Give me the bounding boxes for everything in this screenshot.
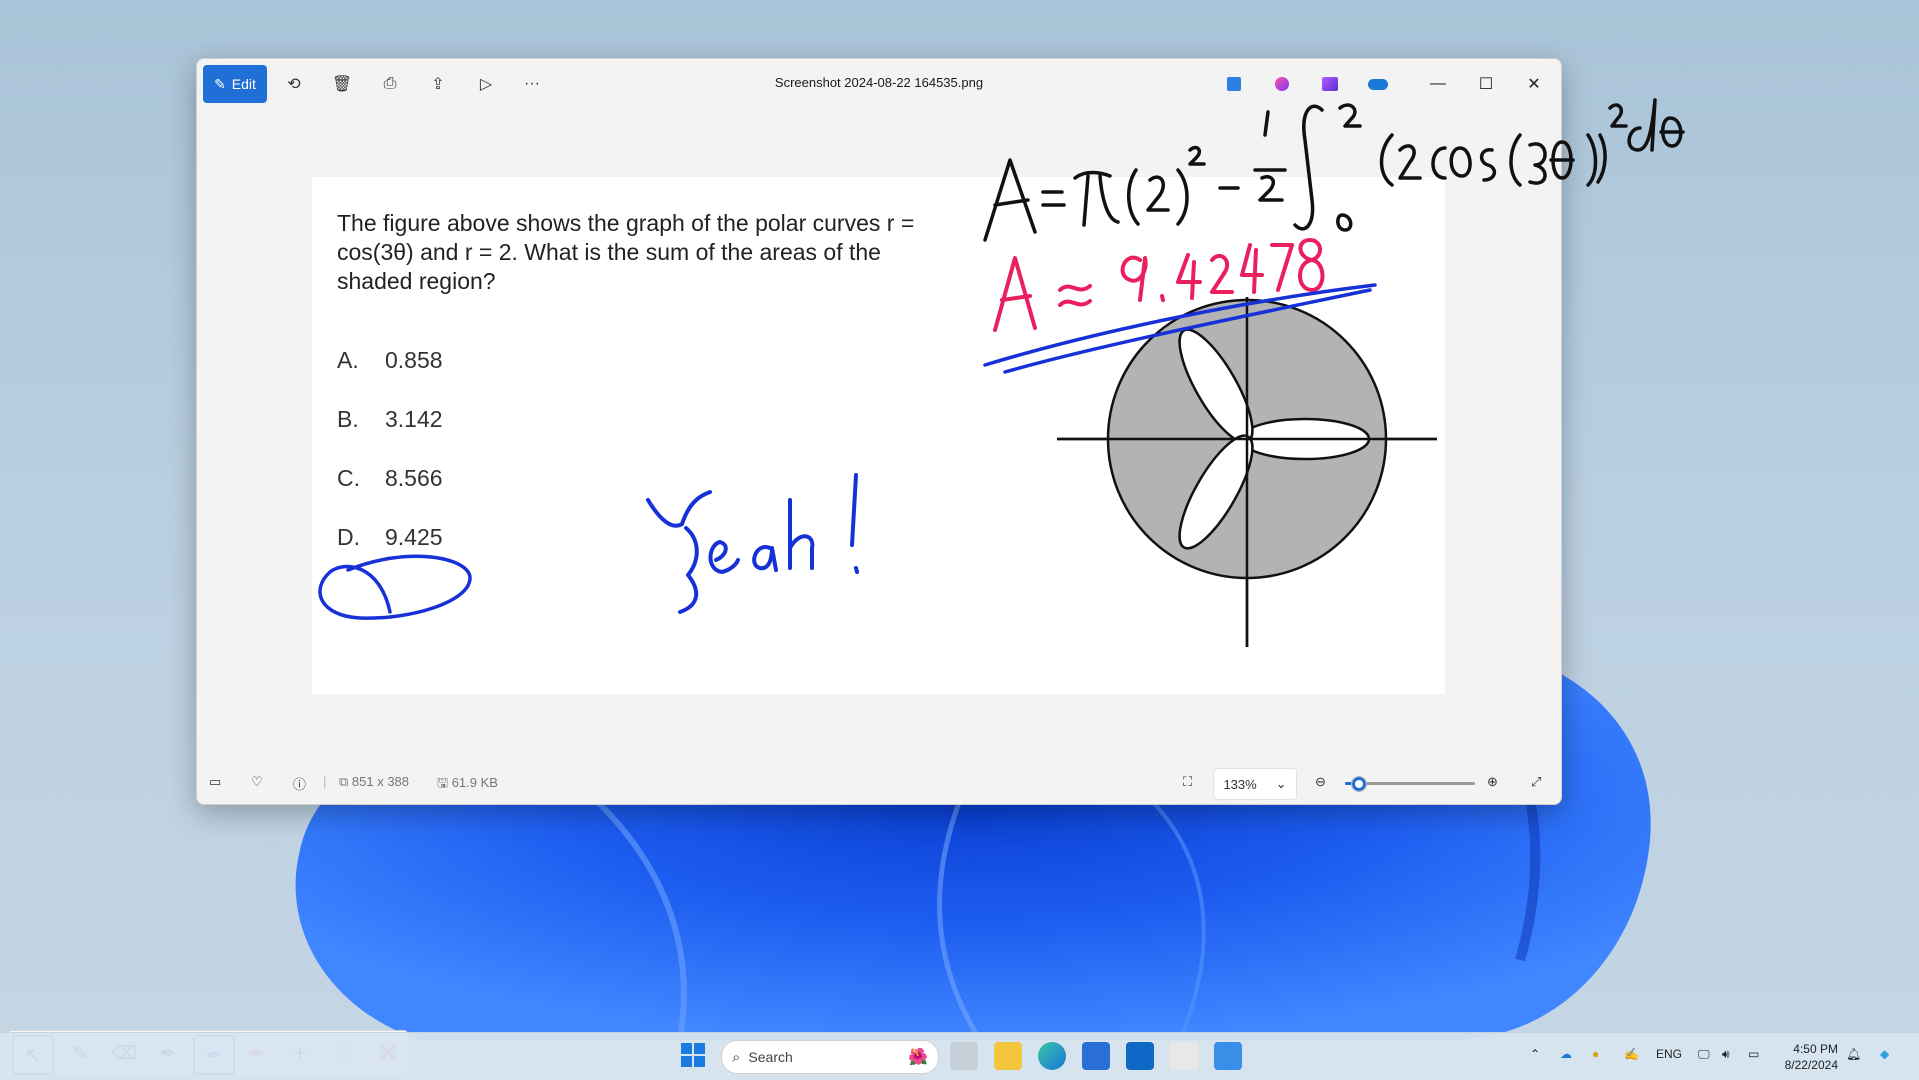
zoom-slider[interactable] [1345,776,1475,792]
heart-icon: ♡ [251,774,263,789]
minimize-icon: — [1430,75,1446,92]
photos-button[interactable] [1214,1042,1242,1070]
clock[interactable]: 4:50 PM 8/22/2024 [1772,1041,1838,1073]
filesize-label: 🖫 61.9 KB [437,774,498,796]
info-icon: ⓘ [293,777,307,792]
separator: | [323,774,327,789]
zoom-value: 133% [1223,776,1257,792]
onedrive-icon [1368,78,1388,90]
fullscreen-button[interactable]: ⤢ [1531,774,1541,790]
language-indicator[interactable]: ENG [1656,1047,1682,1061]
filmstrip-icon: ▭ [209,774,222,789]
chevron-down-icon: ⌄ [1275,776,1287,791]
store-button[interactable] [1082,1042,1110,1070]
clock-date: 8/22/2024 [1784,1058,1838,1072]
show-hidden-icons-button[interactable]: ⌃ [1530,1047,1540,1061]
option-value: 0.858 [385,347,443,373]
close-button[interactable]: ✕ [1519,69,1549,99]
pen-menu-tray-icon[interactable]: ✍ [1624,1047,1639,1061]
option-letter: B. [337,406,359,432]
outlook-button[interactable] [1126,1042,1154,1070]
fit-to-window-button[interactable]: ⛶ [1183,774,1192,790]
zoom-out-icon: ⊖ [1315,774,1326,789]
image-canvas: The figure above shows the graph of the … [312,177,1445,694]
window-title: Screenshot 2024-08-22 164535.png [774,75,984,90]
designer-icon [1275,77,1289,91]
photo-editor-icon [1227,77,1241,91]
taskbar-search[interactable]: ⌕ Search 🌺 [721,1040,939,1074]
option-letter: A. [337,347,359,373]
edge-button[interactable] [1038,1042,1066,1070]
chevron-up-icon: ⌃ [1530,1047,1541,1061]
pen-app-button[interactable] [1170,1042,1198,1070]
option-a: A. 0.858 [337,347,443,374]
image-editor-button[interactable] [1217,67,1251,101]
save-icon: 🖫 [437,775,452,790]
maximize-button[interactable]: ☐ [1471,69,1501,99]
minimize-button[interactable]: — [1423,69,1453,99]
notifications-icon[interactable]: 🔔︎ [1846,1047,1861,1061]
option-value: 8.566 [385,465,443,491]
favorite-button[interactable]: ♡ [251,774,263,790]
onedrive-tray-icon[interactable]: ☁ [1560,1047,1572,1061]
question-text: The figure above shows the graph of the … [337,210,915,294]
search-placeholder: Search [748,1049,793,1065]
dimensions-value: 851 x 388 [351,774,410,789]
close-icon: ✕ [1527,76,1541,93]
option-value: 3.142 [385,406,443,432]
start-button[interactable] [680,1042,708,1070]
polar-graph [1057,297,1437,647]
filmstrip-button[interactable]: ▭ [209,774,221,790]
info-button[interactable]: ⓘ [293,774,306,793]
clock-time: 4:50 PM [1793,1042,1838,1056]
title-bar: ✎ Edit ⟲ 🗑︎ ⎙ ⇪ ▷ ··· Screenshot 2024-08… [197,59,1561,107]
designer-button[interactable] [1265,67,1299,101]
onedrive-button[interactable] [1361,67,1395,101]
taskbar: ⌕ Search 🌺 ⌃ ☁ ● ✍ ENG 🖵 🔊︎ ▭ 4:50 PM 8/… [0,1032,1919,1080]
file-explorer-button[interactable] [994,1042,1022,1070]
option-letter: D. [337,524,360,550]
option-letter: C. [337,465,360,491]
volume-tray-icon[interactable]: 🔊︎ [1722,1047,1730,1062]
status-bar: ▭ ♡ ⓘ | ⧉ 851 x 388 🖫 61.9 KB ⛶ 133% ⌄ ⊖… [197,762,1561,804]
dimensions-icon: ⧉ [339,774,352,789]
photos-window: ✎ Edit ⟲ 🗑︎ ⎙ ⇪ ▷ ··· Screenshot 2024-08… [196,58,1562,805]
option-b: B. 3.142 [337,406,443,433]
maximize-icon: ☐ [1478,76,1494,93]
search-highlight-icon: 🌺 [908,1049,928,1066]
battery-tray-icon[interactable]: ▭ [1748,1047,1759,1061]
filesize-value: 61.9 KB [451,775,498,790]
search-icon: ⌕ [732,1048,741,1066]
fit-icon: ⛶ [1183,774,1193,789]
clipchamp-button[interactable] [1313,67,1347,101]
option-value: 9.425 [385,524,443,550]
zoom-in-button[interactable]: ⊕ [1487,774,1498,790]
zoom-slider-thumb[interactable] [1351,776,1367,792]
zoom-in-icon: ⊕ [1487,774,1498,789]
task-view-button[interactable] [950,1042,978,1070]
copilot-icon[interactable]: ◆ [1880,1047,1889,1061]
network-tray-icon[interactable]: 🖵 [1698,1047,1710,1062]
zoom-dropdown[interactable]: 133% ⌄ [1213,768,1297,800]
security-tray-icon[interactable]: ● [1592,1047,1599,1061]
option-d: D. 9.425 [337,524,443,551]
option-c: C. 8.566 [337,465,443,492]
clipchamp-icon [1322,77,1338,91]
dimensions-label: ⧉ 851 x 388 [339,774,409,790]
expand-icon: ⤢ [1531,774,1542,789]
windows-logo-icon [681,1043,705,1067]
zoom-out-button[interactable]: ⊖ [1315,774,1326,790]
